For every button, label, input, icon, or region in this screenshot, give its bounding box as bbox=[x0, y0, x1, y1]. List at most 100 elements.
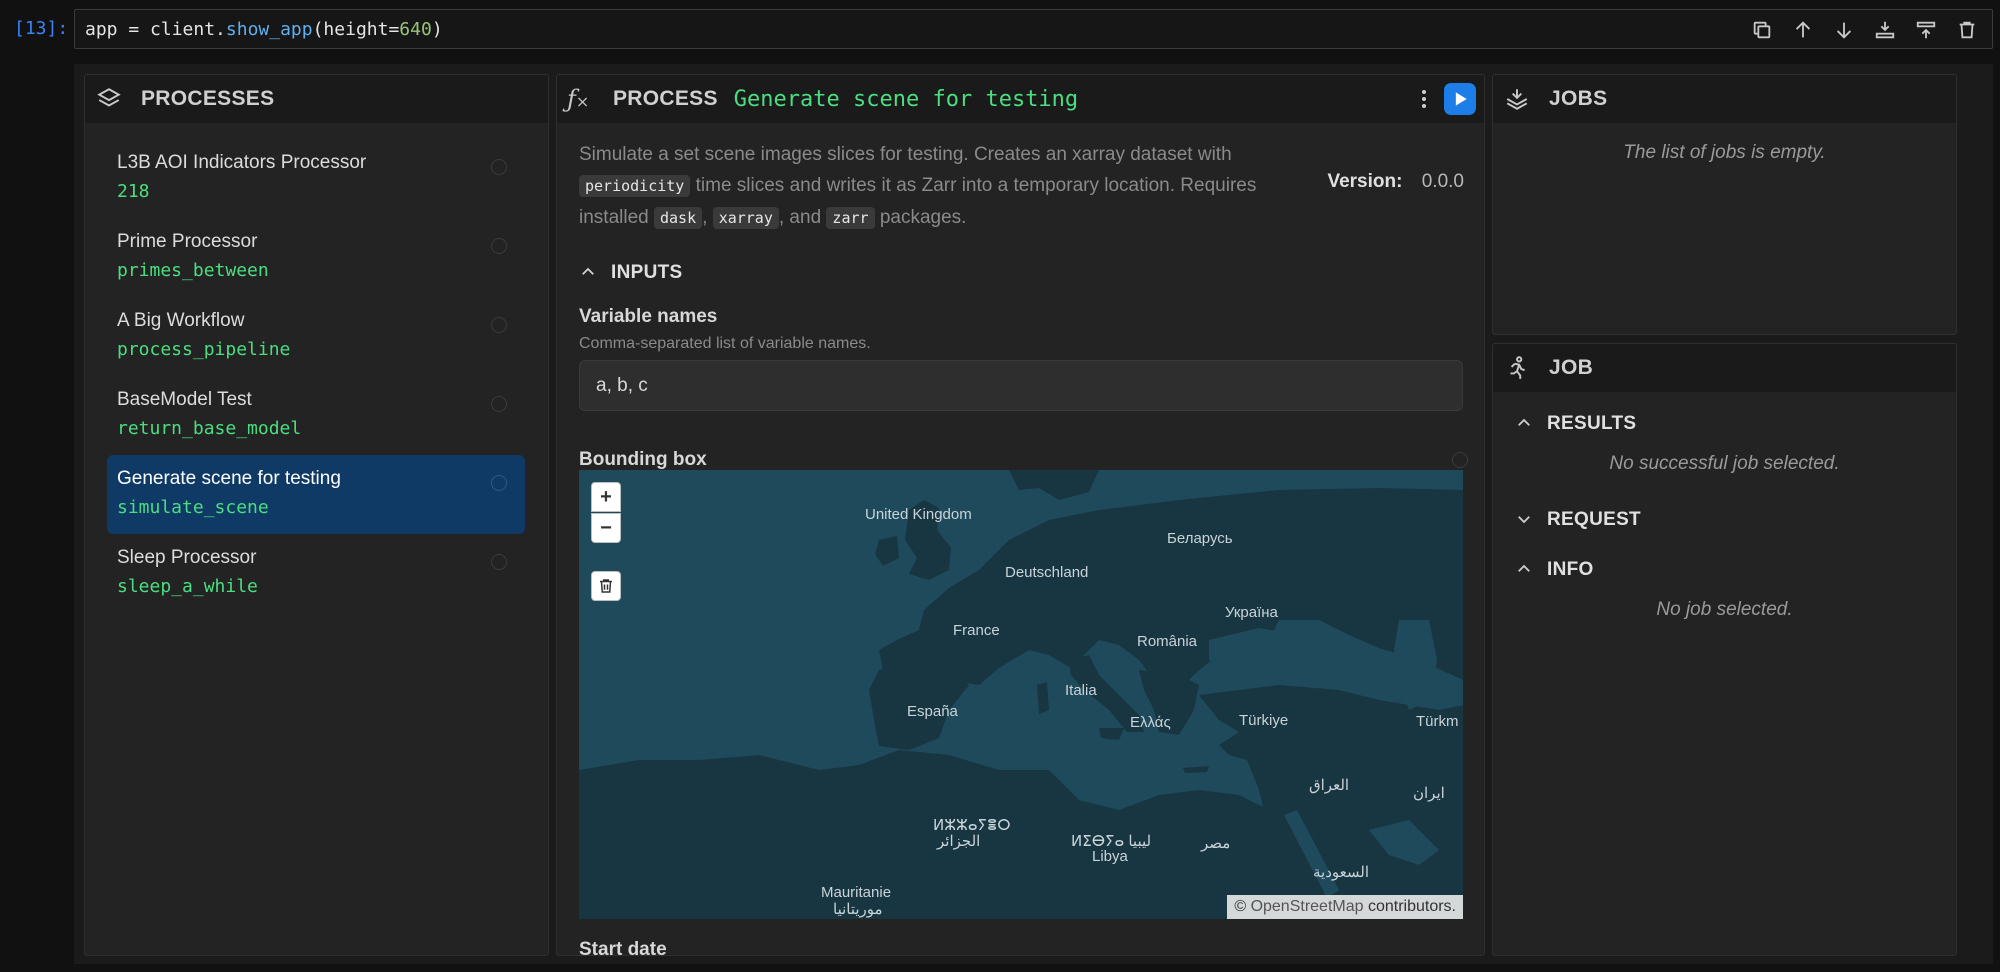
process-list: L3B AOI Indicators Processor 218 Prime P… bbox=[107, 139, 525, 613]
zoom-in-button[interactable]: + bbox=[591, 482, 621, 512]
info-icon[interactable] bbox=[491, 554, 507, 570]
map-label: España bbox=[907, 703, 958, 720]
results-section-toggle[interactable]: RESULTS bbox=[1515, 413, 1636, 435]
process-item[interactable]: A Big Workflow process_pipeline bbox=[107, 297, 525, 376]
jobs-empty-message: The list of jobs is empty. bbox=[1623, 142, 1826, 163]
map-label: Türkm bbox=[1416, 713, 1459, 730]
chevron-down-icon bbox=[1515, 510, 1535, 530]
map-land bbox=[579, 470, 1463, 919]
inputs-label: INPUTS bbox=[611, 262, 683, 283]
app-container: PROCESSES L3B AOI Indicators Processor 2… bbox=[74, 64, 1993, 964]
job-panel: JOB RESULTS No successful job selected. … bbox=[1492, 343, 1957, 956]
chevron-up-icon bbox=[579, 263, 599, 283]
info-icon[interactable] bbox=[1452, 452, 1468, 468]
map-label: România bbox=[1137, 633, 1198, 650]
inputs-section-toggle[interactable]: INPUTS bbox=[579, 262, 682, 284]
process-id: primes_between bbox=[117, 260, 269, 281]
openstreetmap-link[interactable]: OpenStreetMap bbox=[1251, 898, 1364, 915]
function-icon: ƒ× bbox=[567, 85, 590, 113]
map-label: Беларусь bbox=[1167, 530, 1233, 547]
process-name: Generate scene for testing bbox=[117, 468, 341, 489]
map-label: مصر bbox=[1201, 835, 1231, 852]
map-label: Italia bbox=[1065, 682, 1097, 699]
process-name: L3B AOI Indicators Processor bbox=[117, 152, 367, 173]
code-line: app = client.show_app(height=640) bbox=[85, 19, 443, 40]
map-label: ایران bbox=[1413, 785, 1445, 802]
process-name: BaseModel Test bbox=[117, 389, 252, 410]
execution-count: [13]: bbox=[14, 18, 69, 39]
desc-text: , bbox=[702, 207, 713, 228]
attribution-suffix: contributors. bbox=[1363, 898, 1456, 915]
process-item-selected[interactable]: Generate scene for testing simulate_scen… bbox=[107, 455, 525, 534]
delete-bbox-button[interactable] bbox=[591, 571, 621, 601]
code-token: app = client. bbox=[85, 19, 226, 40]
jobs-title: JOBS bbox=[1549, 87, 1608, 110]
process-description: Simulate a set scene images slices for t… bbox=[579, 139, 1279, 234]
copy-icon[interactable] bbox=[1749, 17, 1775, 43]
process-panel: ƒ× PROCESS Generate scene for testing Si… bbox=[556, 74, 1485, 956]
variable-names-input[interactable] bbox=[579, 360, 1463, 411]
map-label: Україна bbox=[1225, 604, 1278, 621]
request-section-toggle[interactable]: REQUEST bbox=[1515, 509, 1641, 531]
map-label: United Kingdom bbox=[865, 506, 972, 523]
more-options-icon[interactable] bbox=[1418, 88, 1430, 110]
job-title: JOB bbox=[1549, 356, 1594, 379]
process-item[interactable]: L3B AOI Indicators Processor 218 bbox=[107, 139, 525, 218]
info-icon[interactable] bbox=[491, 317, 507, 333]
process-id: process_pipeline bbox=[117, 339, 291, 360]
bounding-box-map[interactable]: United Kingdom Беларусь Deutschland Укра… bbox=[579, 470, 1463, 919]
next-field-label: Start date bbox=[579, 939, 667, 956]
process-id: 218 bbox=[117, 181, 150, 202]
processes-title: PROCESSES bbox=[141, 87, 275, 110]
info-icon[interactable] bbox=[491, 238, 507, 254]
process-id: return_base_model bbox=[117, 418, 302, 439]
code-chip: periodicity bbox=[579, 175, 691, 197]
map-attribution: © OpenStreetMap contributors. bbox=[1227, 895, 1463, 919]
processes-panel: PROCESSES L3B AOI Indicators Processor 2… bbox=[84, 74, 549, 956]
insert-above-icon[interactable] bbox=[1913, 17, 1939, 43]
results-label: RESULTS bbox=[1547, 413, 1637, 434]
desc-text: , and bbox=[778, 207, 827, 228]
code-token: ) bbox=[431, 19, 443, 40]
results-message: No successful job selected. bbox=[1609, 453, 1840, 474]
map-label: الجزائر bbox=[937, 833, 981, 850]
map-label: France bbox=[953, 622, 1000, 639]
code-token: (height= bbox=[312, 19, 400, 40]
info-icon[interactable] bbox=[491, 159, 507, 175]
map-label: موريتانيا bbox=[833, 901, 883, 918]
trash-icon[interactable] bbox=[1954, 17, 1980, 43]
running-person-icon bbox=[1503, 354, 1531, 382]
insert-below-icon[interactable] bbox=[1872, 17, 1898, 43]
arrow-down-icon[interactable] bbox=[1831, 17, 1857, 43]
zoom-out-button[interactable]: − bbox=[591, 513, 621, 543]
process-item[interactable]: Sleep Processor sleep_a_while bbox=[107, 534, 525, 613]
process-id: simulate_scene bbox=[117, 497, 269, 518]
version-label: Version: bbox=[1327, 171, 1403, 192]
version-value: 0.0.0 bbox=[1421, 171, 1464, 192]
play-icon bbox=[1455, 92, 1467, 106]
arrow-up-icon[interactable] bbox=[1790, 17, 1816, 43]
map-label: Mauritanie bbox=[821, 884, 892, 901]
processes-header: PROCESSES bbox=[85, 75, 548, 123]
jobs-panel: JOBS The list of jobs is empty. bbox=[1492, 74, 1957, 335]
run-button[interactable] bbox=[1444, 83, 1476, 115]
stack-download-icon bbox=[1503, 85, 1531, 113]
info-section-toggle[interactable]: INFO bbox=[1515, 559, 1594, 581]
code-token-number: 640 bbox=[399, 19, 432, 40]
info-icon[interactable] bbox=[491, 475, 507, 491]
request-label: REQUEST bbox=[1547, 509, 1641, 530]
layers-icon bbox=[95, 85, 123, 113]
notebook-cell: [13]: app = client.show_app(height=640) bbox=[0, 0, 2000, 60]
variable-names-description: Comma-separated list of variable names. bbox=[579, 335, 871, 352]
process-name: Prime Processor bbox=[117, 231, 258, 252]
attribution-prefix: © bbox=[1234, 898, 1251, 915]
code-editor[interactable]: app = client.show_app(height=640) bbox=[74, 9, 1993, 49]
version-row: Version: 0.0.0 bbox=[1327, 171, 1464, 193]
process-item[interactable]: BaseModel Test return_base_model bbox=[107, 376, 525, 455]
process-item[interactable]: Prime Processor primes_between bbox=[107, 218, 525, 297]
code-chip: dask bbox=[654, 207, 703, 229]
code-token-function: show_app bbox=[225, 19, 313, 40]
variable-names-label: Variable names bbox=[579, 306, 718, 327]
info-icon[interactable] bbox=[491, 396, 507, 412]
info-label: INFO bbox=[1547, 559, 1594, 580]
